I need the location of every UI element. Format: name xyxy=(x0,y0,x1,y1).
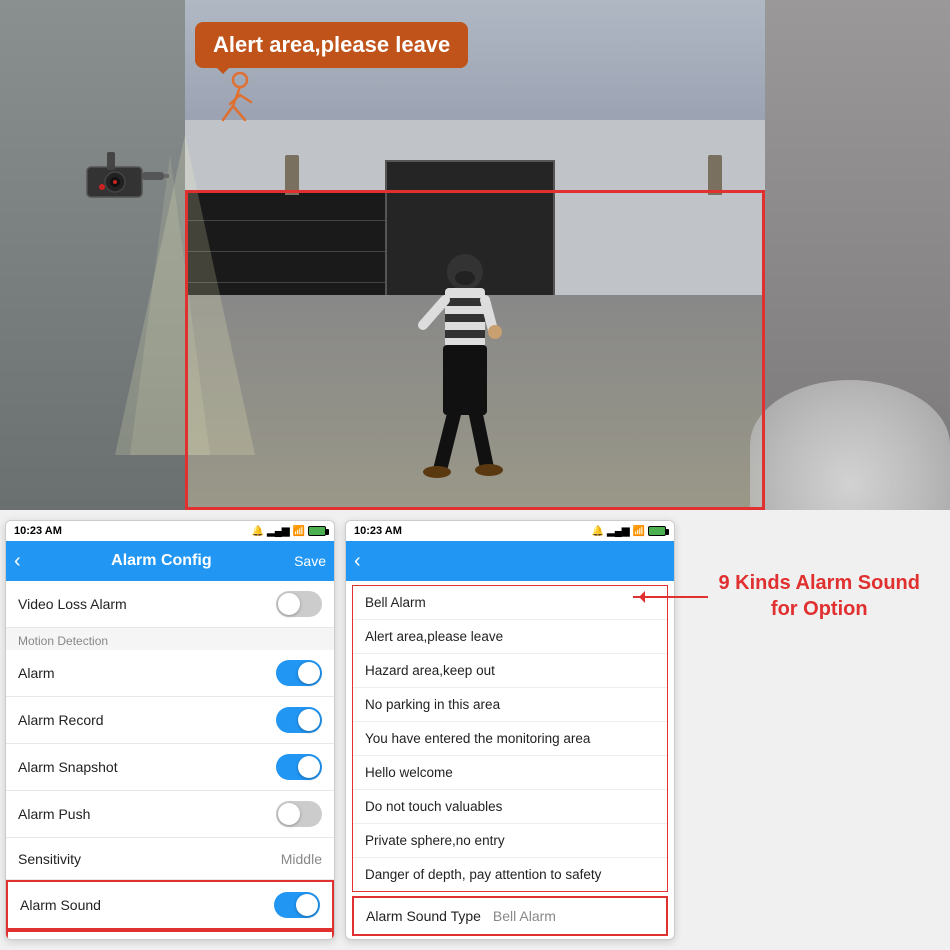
alarm-snapshot-row: Alarm Snapshot xyxy=(6,744,334,791)
nav-bar-right: ‹ xyxy=(346,541,674,581)
battery-icon-right xyxy=(648,526,666,536)
alarm-icon-r: 🔔 xyxy=(592,526,604,537)
phone-right: 10:23 AM 🔔 ▂▄▆ 📶 ‹ Bell Alarm Alert area… xyxy=(345,520,675,940)
alarm-row: Alarm xyxy=(6,650,334,697)
save-button-left[interactable]: Save xyxy=(294,553,326,569)
back-button-right[interactable]: ‹ xyxy=(354,550,361,573)
nav-title-left: Alarm Config xyxy=(29,552,294,570)
sensitivity-row: Sensitivity Middle xyxy=(6,838,334,880)
hero-section: Alert area,please leave xyxy=(0,0,950,510)
alarm-sound-toggle[interactable] xyxy=(274,892,320,918)
alarm-snapshot-label: Alarm Snapshot xyxy=(18,759,118,775)
wall-light-left-icon xyxy=(285,155,299,195)
alarm-record-toggle[interactable] xyxy=(276,707,322,733)
motion-detection-header: Motion Detection xyxy=(6,628,334,650)
bushes-right xyxy=(750,380,950,510)
toggle-knob xyxy=(278,593,300,615)
alarm-label: Alarm xyxy=(18,665,55,681)
settings-list-left: Video Loss Alarm Motion Detection Alarm … xyxy=(6,581,334,939)
toggle-knob xyxy=(298,756,320,778)
toggle-knob xyxy=(278,803,300,825)
wifi-icon: 📶 xyxy=(293,526,305,537)
sensitivity-value: Middle xyxy=(281,851,322,867)
status-bar-right: 10:23 AM 🔔 ▂▄▆ 📶 xyxy=(346,521,674,541)
status-bar-left: 10:23 AM 🔔 ▂▄▆ 📶 xyxy=(6,521,334,541)
alert-speech-bubble: Alert area,please leave xyxy=(195,22,468,68)
alarm-toggle[interactable] xyxy=(276,660,322,686)
sensitivity-label: Sensitivity xyxy=(18,851,81,867)
time-right: 10:23 AM xyxy=(354,525,402,537)
camera-icon xyxy=(82,152,172,207)
toggle-knob xyxy=(298,662,320,684)
dropdown-item-5[interactable]: Hello welcome xyxy=(353,756,667,790)
alarm-icon: 🔔 xyxy=(252,526,264,537)
alarm-push-toggle[interactable] xyxy=(276,801,322,827)
signal-bars-r: ▂▄▆ xyxy=(607,526,629,537)
time-left: 10:23 AM xyxy=(14,525,62,537)
alarm-sound-type-footer-label: Alarm Sound Type xyxy=(366,908,481,924)
alarm-push-row: Alarm Push xyxy=(6,791,334,838)
wall-light-right-icon xyxy=(708,155,722,195)
signal-bars: ▂▄▆ xyxy=(267,526,289,537)
dropdown-overlay: Bell Alarm Alert area,please leave Hazar… xyxy=(346,581,674,939)
alarm-push-label: Alarm Push xyxy=(18,806,90,822)
battery-icon-left xyxy=(308,526,326,536)
alarm-sound-type-footer[interactable]: Alarm Sound Type Bell Alarm xyxy=(352,896,668,936)
status-icons-left: 🔔 ▂▄▆ 📶 xyxy=(252,526,326,537)
dropdown-item-6[interactable]: Do not touch valuables xyxy=(353,790,667,824)
phone-left: 10:23 AM 🔔 ▂▄▆ 📶 ‹ Alarm Config Save Vid… xyxy=(5,520,335,940)
annotation-text-line1: 9 Kinds Alarm Sound xyxy=(718,570,920,596)
toggle-knob xyxy=(296,894,318,916)
video-loss-alarm-row: Video Loss Alarm xyxy=(6,581,334,628)
dropdown-item-3[interactable]: No parking in this area xyxy=(353,688,667,722)
dropdown-item-7[interactable]: Private sphere,no entry xyxy=(353,824,667,858)
dropdown-item-4[interactable]: You have entered the monitoring area xyxy=(353,722,667,756)
status-icons-right: 🔔 ▂▄▆ 📶 xyxy=(592,526,666,537)
annotation-box: 9 Kinds Alarm Sound for Option xyxy=(718,570,920,622)
video-loss-alarm-label: Video Loss Alarm xyxy=(18,596,127,612)
alarm-record-row: Alarm Record xyxy=(6,697,334,744)
dropdown-item-0[interactable]: Bell Alarm xyxy=(353,586,667,620)
alarm-sound-label: Alarm Sound xyxy=(20,897,101,913)
wifi-icon-r: 📶 xyxy=(633,526,645,537)
toggle-knob xyxy=(298,709,320,731)
video-loss-alarm-toggle[interactable] xyxy=(276,591,322,617)
running-person-icon xyxy=(195,68,265,138)
intruder-figure xyxy=(415,250,515,480)
alarm-sound-type-row[interactable]: Alarm Sound Type Bell Alarm xyxy=(6,930,334,939)
annotation-text-line2: for Option xyxy=(718,596,920,622)
back-button-left[interactable]: ‹ xyxy=(14,550,21,573)
alarm-sound-row: Alarm Sound xyxy=(6,880,334,930)
alarm-sound-type-footer-value: Bell Alarm xyxy=(493,908,556,924)
bottom-section: 10:23 AM 🔔 ▂▄▆ 📶 ‹ Alarm Config Save Vid… xyxy=(0,510,950,950)
dropdown-item-1[interactable]: Alert area,please leave xyxy=(353,620,667,654)
dropdown-item-2[interactable]: Hazard area,keep out xyxy=(353,654,667,688)
dropdown-item-8[interactable]: Danger of depth, pay attention to safety xyxy=(353,858,667,891)
nav-bar-left: ‹ Alarm Config Save xyxy=(6,541,334,581)
alarm-record-label: Alarm Record xyxy=(18,712,104,728)
alarm-snapshot-toggle[interactable] xyxy=(276,754,322,780)
annotation-arrow xyxy=(633,596,708,598)
dropdown-list: Bell Alarm Alert area,please leave Hazar… xyxy=(352,585,668,892)
